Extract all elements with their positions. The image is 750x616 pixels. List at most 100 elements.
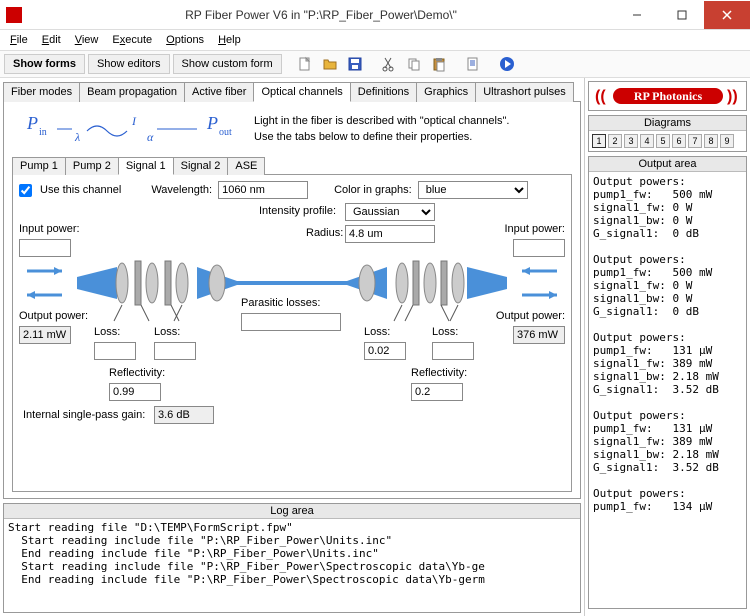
document-icon[interactable] [462, 53, 484, 75]
refl-right-input[interactable] [411, 383, 463, 401]
gain-value [154, 406, 214, 424]
color-label: Color in graphs: [334, 184, 412, 196]
diagram-btn-2[interactable]: 2 [608, 134, 622, 148]
menu-view[interactable]: View [69, 32, 105, 48]
diagram-btn-1[interactable]: 1 [592, 134, 606, 148]
tab-definitions[interactable]: Definitions [350, 82, 417, 102]
window-title: RP Fiber Power V6 in "P:\RP_Fiber_Power\… [28, 8, 614, 22]
input-power-right-label: Input power: [504, 223, 565, 235]
minimize-button[interactable] [614, 1, 659, 29]
tab-optical-channels[interactable]: Optical channels [253, 82, 350, 102]
title-bar: RP Fiber Power V6 in "P:\RP_Fiber_Power\… [0, 0, 750, 30]
refl-left-label: Reflectivity: [109, 367, 165, 379]
parasitic-input[interactable] [241, 313, 341, 331]
show-editors-button[interactable]: Show editors [88, 54, 170, 74]
menu-edit[interactable]: Edit [36, 32, 67, 48]
menu-options[interactable]: Options [160, 32, 210, 48]
tab-graphics[interactable]: Graphics [416, 82, 476, 102]
tab-ase[interactable]: ASE [227, 157, 265, 175]
diagram-btn-6[interactable]: 6 [672, 134, 686, 148]
diagram-btn-9[interactable]: 9 [720, 134, 734, 148]
log-area: Log area Start reading file "D:\TEMP\For… [3, 503, 581, 613]
gain-label: Internal single-pass gain: [23, 409, 145, 421]
loss-l1-input[interactable] [94, 342, 136, 360]
menu-bar: File Edit View Execute Options Help [0, 30, 750, 50]
radius-input[interactable] [345, 225, 435, 243]
diagram-btn-4[interactable]: 4 [640, 134, 654, 148]
svg-text:)): )) [727, 88, 738, 105]
svg-text:P: P [206, 113, 218, 133]
brand-logo: (( RP Photonics )) [588, 81, 747, 111]
main-tabs: Fiber modes Beam propagation Active fibe… [3, 81, 581, 102]
use-channel-label: Use this channel [40, 184, 121, 196]
tab-signal1[interactable]: Signal 1 [118, 157, 174, 175]
use-channel-checkbox[interactable] [19, 184, 32, 197]
tab-active-fiber[interactable]: Active fiber [184, 82, 254, 102]
run-icon[interactable] [496, 53, 518, 75]
open-file-icon[interactable] [319, 53, 341, 75]
svg-text:λ: λ [74, 130, 80, 144]
channel-tabs: Pump 1 Pump 2 Signal 1 Signal 2 ASE [12, 156, 572, 175]
parasitic-label: Parasitic losses: [241, 297, 320, 309]
signal1-panel: Use this channel Wavelength: Color in gr… [12, 175, 572, 492]
menu-file[interactable]: File [4, 32, 34, 48]
new-file-icon[interactable] [294, 53, 316, 75]
refl-right-label: Reflectivity: [411, 367, 467, 379]
svg-text:out: out [219, 127, 232, 138]
optical-channels-panel: P in λ I α P out Light in the fiber is d… [3, 102, 581, 499]
diagram-btn-8[interactable]: 8 [704, 134, 718, 148]
intensity-label: Intensity profile: [259, 205, 336, 217]
loss-l2-label: Loss: [154, 326, 180, 338]
menu-execute[interactable]: Execute [106, 32, 158, 48]
log-text[interactable]: Start reading file "D:\TEMP\FormScript.f… [4, 519, 580, 612]
show-custom-form-button[interactable]: Show custom form [173, 54, 282, 74]
tab-pump1[interactable]: Pump 1 [12, 157, 66, 175]
loss-r1-label: Loss: [364, 326, 390, 338]
tab-signal2[interactable]: Signal 2 [173, 157, 229, 175]
output-power-right-value [513, 326, 565, 344]
svg-text:((: (( [595, 88, 606, 105]
copy-icon[interactable] [403, 53, 425, 75]
tab-beam-propagation[interactable]: Beam propagation [79, 82, 185, 102]
loss-r2-label: Loss: [432, 326, 458, 338]
refl-left-input[interactable] [109, 383, 161, 401]
paste-icon[interactable] [428, 53, 450, 75]
output-header: Output area [589, 157, 746, 172]
loss-r1-input[interactable] [364, 342, 406, 360]
diagram-btn-7[interactable]: 7 [688, 134, 702, 148]
tab-pump2[interactable]: Pump 2 [65, 157, 119, 175]
diagram-btn-5[interactable]: 5 [656, 134, 670, 148]
close-button[interactable] [704, 1, 750, 29]
menu-help[interactable]: Help [212, 32, 247, 48]
svg-text:I: I [131, 114, 137, 128]
svg-text:in: in [39, 127, 47, 138]
diagrams-header: Diagrams [589, 116, 746, 131]
svg-text:α: α [147, 130, 154, 144]
maximize-button[interactable] [659, 1, 704, 29]
output-text[interactable]: Output powers: pump1_fw: 500 mW signal1_… [589, 172, 746, 608]
description-text: Light in the fiber is described with "op… [254, 113, 509, 146]
diagram-buttons: 1 2 3 4 5 6 7 8 9 [589, 131, 746, 151]
input-power-left-label: Input power: [19, 223, 80, 235]
diagram-btn-3[interactable]: 3 [624, 134, 638, 148]
save-icon[interactable] [344, 53, 366, 75]
wavelength-label: Wavelength: [151, 184, 212, 196]
diagrams-section: Diagrams 1 2 3 4 5 6 7 8 9 [588, 115, 747, 152]
color-select[interactable]: blue [418, 181, 528, 199]
loss-l2-input[interactable] [154, 342, 196, 360]
loss-r2-input[interactable] [432, 342, 474, 360]
toolbar: Show forms Show editors Show custom form [0, 50, 750, 78]
tab-fiber-modes[interactable]: Fiber modes [3, 82, 80, 102]
loss-l1-label: Loss: [94, 326, 120, 338]
formula-diagram: P in λ I α P out [12, 108, 242, 150]
show-forms-button[interactable]: Show forms [4, 54, 85, 74]
output-section: Output area Output powers: pump1_fw: 500… [588, 156, 747, 609]
output-power-right-label: Output power: [496, 310, 565, 322]
wavelength-input[interactable] [218, 181, 308, 199]
cut-icon[interactable] [378, 53, 400, 75]
app-icon [6, 7, 22, 23]
intensity-select[interactable]: Gaussian [345, 203, 435, 221]
svg-text:P: P [26, 113, 38, 133]
tab-ultrashort-pulses[interactable]: Ultrashort pulses [475, 82, 574, 102]
log-header: Log area [4, 504, 580, 519]
